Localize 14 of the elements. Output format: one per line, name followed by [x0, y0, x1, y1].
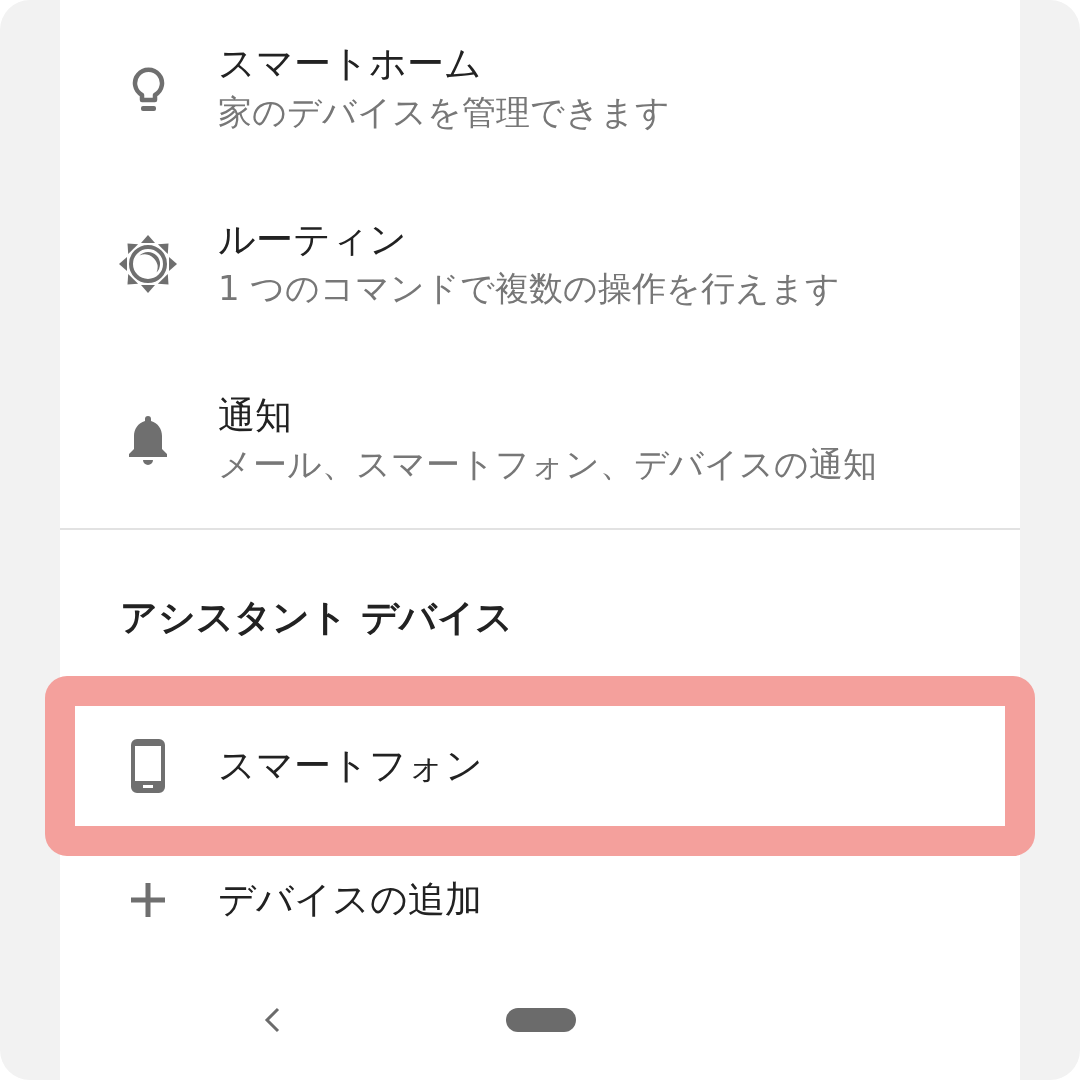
device-list-item[interactable]: デバイスの追加: [218, 876, 482, 924]
menu-item-description: 家のデバイスを管理できます: [218, 91, 670, 134]
home-handle[interactable]: [506, 1008, 576, 1032]
smartphone-icon: [131, 739, 165, 793]
device-list-item[interactable]: スマートフォン: [218, 742, 483, 790]
sun-moon-icon: [119, 235, 177, 293]
menu-item-description: 1 つのコマンドで複数の操作を行えます: [218, 267, 841, 310]
menu-item-title[interactable]: ルーティン: [218, 216, 407, 264]
plus-icon: [131, 883, 165, 917]
menu-item-title[interactable]: スマートホーム: [218, 40, 482, 88]
section-header: アシスタント デバイス: [120, 596, 513, 639]
menu-item-title[interactable]: 通知: [218, 392, 292, 440]
menu-item-description: メール、スマートフォン、デバイスの通知: [218, 443, 877, 486]
back-icon[interactable]: [264, 1007, 280, 1033]
